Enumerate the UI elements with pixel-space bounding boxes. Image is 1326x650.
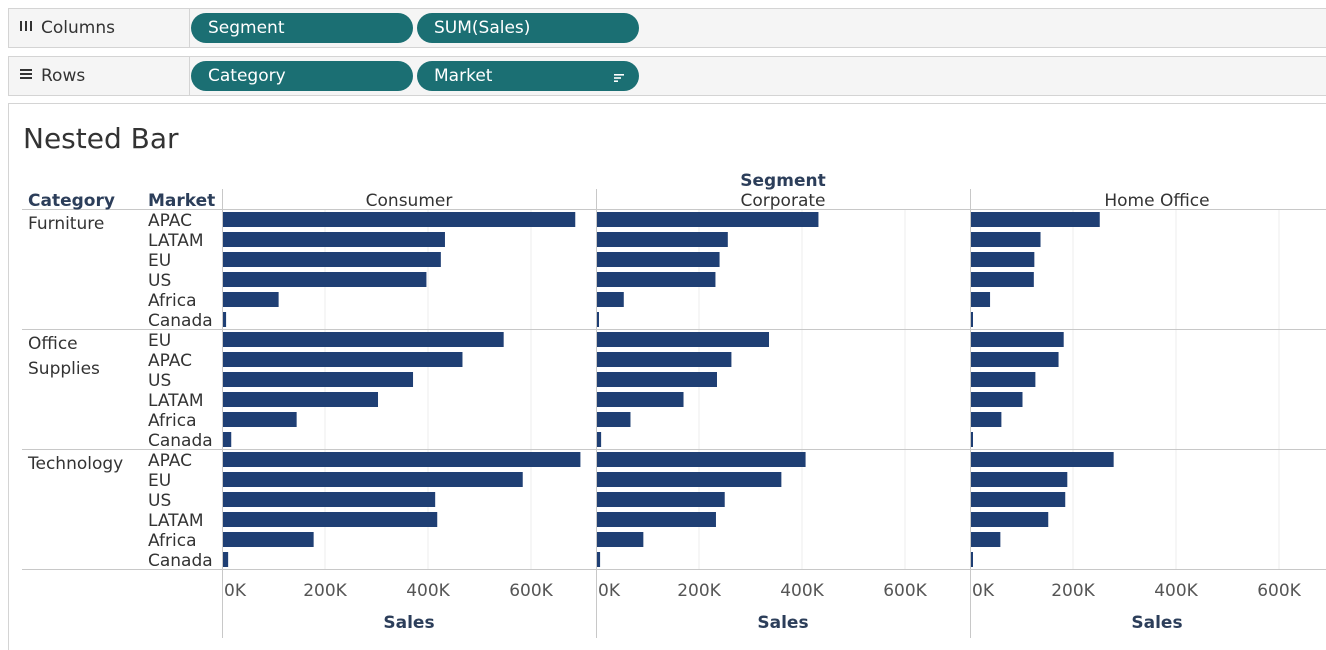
bar-technology-eu-consumer xyxy=(223,472,523,487)
bar-office-supplies-latam-home-office xyxy=(971,392,1023,407)
x-tick-label: 0K xyxy=(224,581,247,601)
bar-office-supplies-eu-home-office xyxy=(971,332,1064,347)
bar-technology-apac-consumer xyxy=(223,452,581,467)
bar-technology-canada-corporate xyxy=(597,552,601,567)
market-label: APAC xyxy=(148,211,192,231)
bar-furniture-eu-home-office xyxy=(971,252,1035,267)
x-tick-label: 400K xyxy=(780,581,824,601)
nested-bar-chart: Category Market Segment Consumer Corporate Ho… xyxy=(22,171,1326,638)
bar-furniture-latam-consumer xyxy=(223,232,445,247)
bar-office-supplies-africa-consumer xyxy=(223,412,297,427)
x-axis-title: Sales xyxy=(1131,613,1182,633)
category-label: Office xyxy=(28,334,78,354)
bar-technology-eu-home-office xyxy=(971,472,1068,487)
bar-office-supplies-apac-home-office xyxy=(971,352,1059,367)
x-tick-label: 200K xyxy=(677,581,721,601)
bar-office-supplies-canada-corporate xyxy=(597,432,602,447)
bar-furniture-canada-corporate xyxy=(597,312,599,327)
bar-furniture-africa-corporate xyxy=(597,292,624,307)
bar-office-supplies-us-consumer xyxy=(223,372,414,387)
bar-office-supplies-us-corporate xyxy=(597,372,717,387)
bar-furniture-eu-corporate xyxy=(597,252,720,267)
x-tick-label: 200K xyxy=(303,581,347,601)
market-label: US xyxy=(148,271,171,291)
bar-office-supplies-latam-consumer xyxy=(223,392,379,407)
bar-furniture-canada-consumer xyxy=(223,312,227,327)
market-label: EU xyxy=(148,331,171,351)
market-label: LATAM xyxy=(148,231,204,251)
bar-office-supplies-africa-home-office xyxy=(971,412,1002,427)
category-label: Furniture xyxy=(28,214,104,234)
segment-label-consumer: Consumer xyxy=(366,191,453,211)
bar-furniture-us-consumer xyxy=(223,272,427,287)
market-label: Canada xyxy=(148,431,213,451)
x-tick-label: 0K xyxy=(972,581,995,601)
category-label: Technology xyxy=(27,454,123,474)
bar-office-supplies-us-home-office xyxy=(971,372,1036,387)
bar-furniture-latam-corporate xyxy=(597,232,728,247)
market-label: EU xyxy=(148,251,171,271)
bar-technology-us-home-office xyxy=(971,492,1066,507)
bar-furniture-us-home-office xyxy=(971,272,1034,287)
bar-furniture-canada-home-office xyxy=(971,312,973,327)
bar-office-supplies-africa-corporate xyxy=(597,412,631,427)
market-label: Canada xyxy=(148,551,213,571)
bar-technology-canada-home-office xyxy=(971,552,973,567)
bar-furniture-eu-consumer xyxy=(223,252,441,267)
bar-technology-apac-home-office xyxy=(971,452,1114,467)
bar-technology-us-consumer xyxy=(223,492,436,507)
bar-technology-africa-home-office xyxy=(971,532,1001,547)
bar-furniture-apac-home-office xyxy=(971,212,1100,227)
x-tick-label: 200K xyxy=(1051,581,1095,601)
bar-furniture-africa-home-office xyxy=(971,292,991,307)
x-tick-label: 600K xyxy=(509,581,553,601)
bar-furniture-apac-corporate xyxy=(597,212,819,227)
segment-label-home-office: Home Office xyxy=(1104,191,1209,211)
bar-technology-us-corporate xyxy=(597,492,725,507)
market-label: Africa xyxy=(148,291,197,311)
segment-label-corporate: Corporate xyxy=(741,191,826,211)
market-label: APAC xyxy=(148,451,192,471)
bar-technology-africa-consumer xyxy=(223,532,314,547)
bar-furniture-africa-consumer xyxy=(223,292,279,307)
bar-office-supplies-canada-consumer xyxy=(223,432,232,447)
market-label: Africa xyxy=(148,531,197,551)
bar-technology-latam-corporate xyxy=(597,512,716,527)
bar-office-supplies-canada-home-office xyxy=(971,432,973,447)
bar-office-supplies-apac-consumer xyxy=(223,352,463,367)
bar-office-supplies-apac-corporate xyxy=(597,352,732,367)
market-label: APAC xyxy=(148,351,192,371)
bar-technology-africa-corporate xyxy=(597,532,644,547)
x-tick-label: 400K xyxy=(406,581,450,601)
bar-technology-latam-home-office xyxy=(971,512,1049,527)
bar-technology-eu-corporate xyxy=(597,472,782,487)
market-label: US xyxy=(148,491,171,511)
bar-office-supplies-eu-corporate xyxy=(597,332,770,347)
bar-furniture-us-corporate xyxy=(597,272,716,287)
market-label: Africa xyxy=(148,411,197,431)
bar-technology-canada-consumer xyxy=(223,552,229,567)
market-label: EU xyxy=(148,471,171,491)
bar-furniture-latam-home-office xyxy=(971,232,1041,247)
x-tick-label: 0K xyxy=(598,581,621,601)
market-header: Market xyxy=(148,191,215,211)
segment-header: Segment xyxy=(740,171,825,191)
x-tick-label: 400K xyxy=(1154,581,1198,601)
market-label: LATAM xyxy=(148,511,204,531)
category-label: Supplies xyxy=(28,359,100,379)
bar-furniture-apac-consumer xyxy=(223,212,576,227)
x-axis-title: Sales xyxy=(757,613,808,633)
bar-technology-apac-corporate xyxy=(597,452,806,467)
category-header: Category xyxy=(28,191,115,211)
x-axis-title: Sales xyxy=(383,613,434,633)
bar-office-supplies-eu-consumer xyxy=(223,332,504,347)
bar-technology-latam-consumer xyxy=(223,512,438,527)
bar-office-supplies-latam-corporate xyxy=(597,392,684,407)
market-label: US xyxy=(148,371,171,391)
x-tick-label: 600K xyxy=(883,581,927,601)
market-label: Canada xyxy=(148,311,213,331)
market-label: LATAM xyxy=(148,391,204,411)
x-tick-label: 600K xyxy=(1257,581,1301,601)
